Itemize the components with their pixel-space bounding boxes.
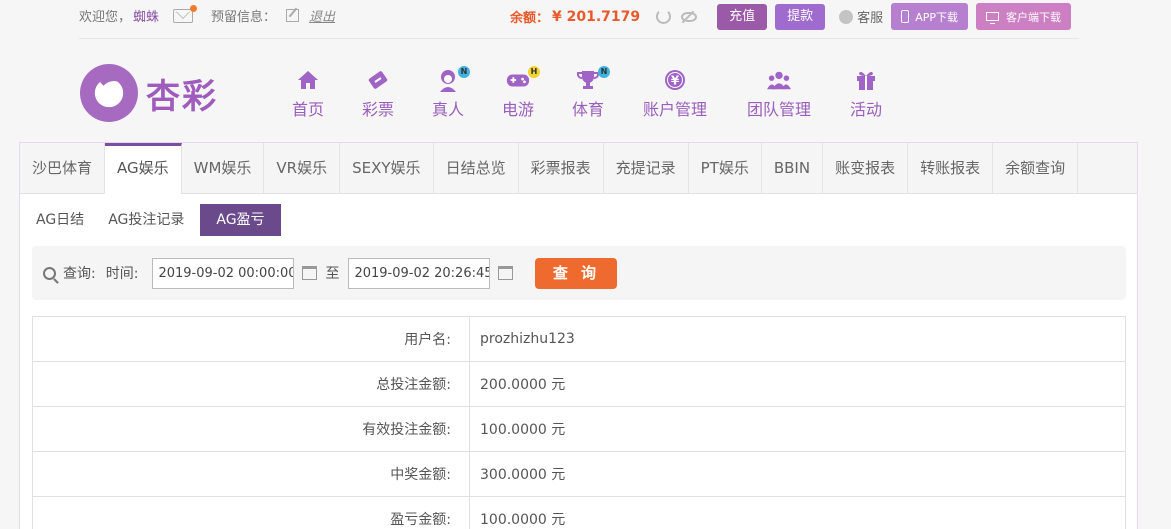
- nav-label: 账户管理: [642, 100, 707, 119]
- tab-transfer-report[interactable]: 转账报表: [908, 143, 994, 193]
- balance-value: ¥ 201.7179: [552, 8, 641, 25]
- row-key: 用户名:: [32, 316, 470, 362]
- to-label: 至: [325, 266, 340, 282]
- edit-icon[interactable]: [286, 9, 300, 22]
- row-value: 200.0000 元: [469, 361, 1126, 407]
- nav-account[interactable]: ¥ 账户管理: [630, 68, 720, 120]
- client-download-button[interactable]: 客户端下载: [975, 3, 1071, 30]
- row-key: 盈亏金额:: [32, 496, 470, 529]
- svg-text:¥: ¥: [671, 74, 680, 88]
- report-panel: 沙巴体育 AG娱乐 WM娱乐 VR娱乐 SEXY娱乐 日结总览 彩票报表 充提记…: [19, 142, 1138, 529]
- gamepad-icon: H: [506, 66, 540, 92]
- row-value: 300.0000 元: [469, 451, 1126, 497]
- query-button[interactable]: 查 询: [535, 257, 618, 289]
- nav-label: 活动: [849, 100, 882, 119]
- subtab-ag-bet-records[interactable]: AG投注记录: [100, 204, 192, 236]
- client-download-label: 客户端下载: [1005, 10, 1061, 24]
- table-row: 总投注金额: 200.0000 元: [32, 361, 1126, 407]
- tab-account-change-report[interactable]: 账变报表: [823, 143, 909, 193]
- row-value: prozhizhu123: [469, 316, 1126, 362]
- nav-label: 电游: [501, 100, 534, 119]
- welcome-text: 欢迎您，: [79, 10, 132, 25]
- ticket-icon: [366, 68, 390, 92]
- mail-icon[interactable]: [173, 4, 198, 23]
- site-logo[interactable]: 杏彩: [80, 64, 230, 122]
- table-row: 盈亏金额: 100.0000 元: [32, 496, 1126, 529]
- tab-saba-sports[interactable]: 沙巴体育: [20, 143, 106, 193]
- tab-sexy-entertainment[interactable]: SEXY娱乐: [340, 143, 434, 193]
- query-bar: 查询: 时间: 2019-09-02 00:00:00 至 2019-09-02…: [32, 246, 1126, 300]
- table-row: 用户名: prozhizhu123: [32, 316, 1126, 362]
- customer-service-link[interactable]: 客服: [839, 7, 883, 26]
- query-label: 查询:: [63, 266, 96, 282]
- sub-tabs: AG日结 AG投注记录 AG盈亏: [28, 204, 289, 236]
- table-row: 有效投注金额: 100.0000 元: [32, 406, 1126, 452]
- app-download-label: APP下载: [915, 10, 958, 24]
- row-value: 100.0000 元: [469, 406, 1126, 452]
- subtab-ag-profit-loss[interactable]: AG盈亏: [200, 204, 281, 236]
- hot-badge: H: [528, 66, 540, 78]
- tab-ag-entertainment[interactable]: AG娱乐: [105, 143, 182, 194]
- monitor-icon: [985, 12, 999, 24]
- time-label: 时间:: [105, 266, 139, 282]
- trophy-icon: N: [576, 66, 610, 92]
- home-icon: [296, 68, 320, 92]
- table-row: 中奖金额: 300.0000 元: [32, 451, 1126, 497]
- report-tabs: 沙巴体育 AG娱乐 WM娱乐 VR娱乐 SEXY娱乐 日结总览 彩票报表 充提记…: [20, 143, 1137, 194]
- start-time-input[interactable]: 2019-09-02 00:00:00: [152, 257, 295, 289]
- top-bar: 欢迎您， 蜘蛛 预留信息： 退出 余额： ¥ 201.7179 充值 提款 客服…: [0, 0, 1171, 39]
- service-icon: [839, 9, 854, 24]
- memo-label: 预留信息：: [211, 10, 277, 25]
- row-key: 中奖金额:: [32, 451, 470, 497]
- live-dealer-icon: N: [436, 66, 470, 92]
- calendar-icon[interactable]: [498, 266, 514, 280]
- subtab-ag-daily[interactable]: AG日结: [28, 204, 92, 236]
- nav-label: 彩票: [361, 100, 394, 119]
- team-icon: [767, 68, 791, 92]
- refresh-icon[interactable]: [656, 9, 672, 24]
- nav-team[interactable]: 团队管理: [734, 68, 824, 120]
- tab-bbin[interactable]: BBIN: [762, 143, 824, 193]
- withdraw-button[interactable]: 提款: [775, 3, 826, 30]
- tab-daily-overview[interactable]: 日结总览: [434, 143, 519, 193]
- row-value: 100.0000 元: [469, 496, 1126, 529]
- calendar-icon[interactable]: [302, 266, 318, 280]
- nav-sports[interactable]: N 体育: [543, 66, 633, 120]
- tab-balance-query[interactable]: 余额查询: [993, 143, 1079, 193]
- nav-label: 团队管理: [746, 100, 811, 119]
- tab-deposit-withdraw-records[interactable]: 充提记录: [604, 143, 689, 193]
- phone-icon: [901, 10, 910, 23]
- top-divider: [79, 38, 1079, 39]
- tab-vr-entertainment[interactable]: VR娱乐: [264, 143, 341, 193]
- nav-label: 真人: [431, 100, 464, 119]
- app-download-button[interactable]: APP下载: [891, 3, 968, 30]
- account-actions: 余额： ¥ 201.7179 充值 提款 客服 APP下载 客户端下载: [510, 3, 1071, 30]
- tab-wm-entertainment[interactable]: WM娱乐: [182, 143, 265, 193]
- search-icon: [43, 266, 56, 280]
- row-key: 总投注金额:: [32, 361, 470, 407]
- end-time-input[interactable]: 2019-09-02 20:26:45: [348, 257, 491, 289]
- user-info: 欢迎您， 蜘蛛 预留信息： 退出: [79, 4, 335, 25]
- logo-mark-icon: [80, 64, 138, 122]
- username[interactable]: 蜘蛛: [133, 6, 159, 25]
- gift-icon: [854, 68, 878, 92]
- tab-pt-entertainment[interactable]: PT娱乐: [689, 143, 762, 193]
- nav-label: 体育: [571, 100, 604, 119]
- tab-lottery-report[interactable]: 彩票报表: [519, 143, 604, 193]
- nav-label: 首页: [291, 100, 324, 119]
- logout-link[interactable]: 退出: [309, 6, 335, 25]
- service-label: 客服: [857, 11, 884, 26]
- deposit-button[interactable]: 充值: [717, 3, 768, 30]
- logo-text: 杏彩: [146, 76, 218, 117]
- new-badge: N: [598, 66, 610, 78]
- profit-loss-table: 用户名: prozhizhu123 总投注金额: 200.0000 元 有效投注…: [32, 316, 1126, 529]
- row-key: 有效投注金额:: [32, 406, 470, 452]
- unread-dot: [190, 4, 198, 12]
- new-badge: N: [458, 66, 470, 78]
- balance-label: 余额：: [510, 11, 550, 26]
- yen-coin-icon: ¥: [663, 68, 687, 92]
- nav-promotions[interactable]: 活动: [821, 68, 911, 120]
- hide-balance-icon[interactable]: [681, 11, 698, 22]
